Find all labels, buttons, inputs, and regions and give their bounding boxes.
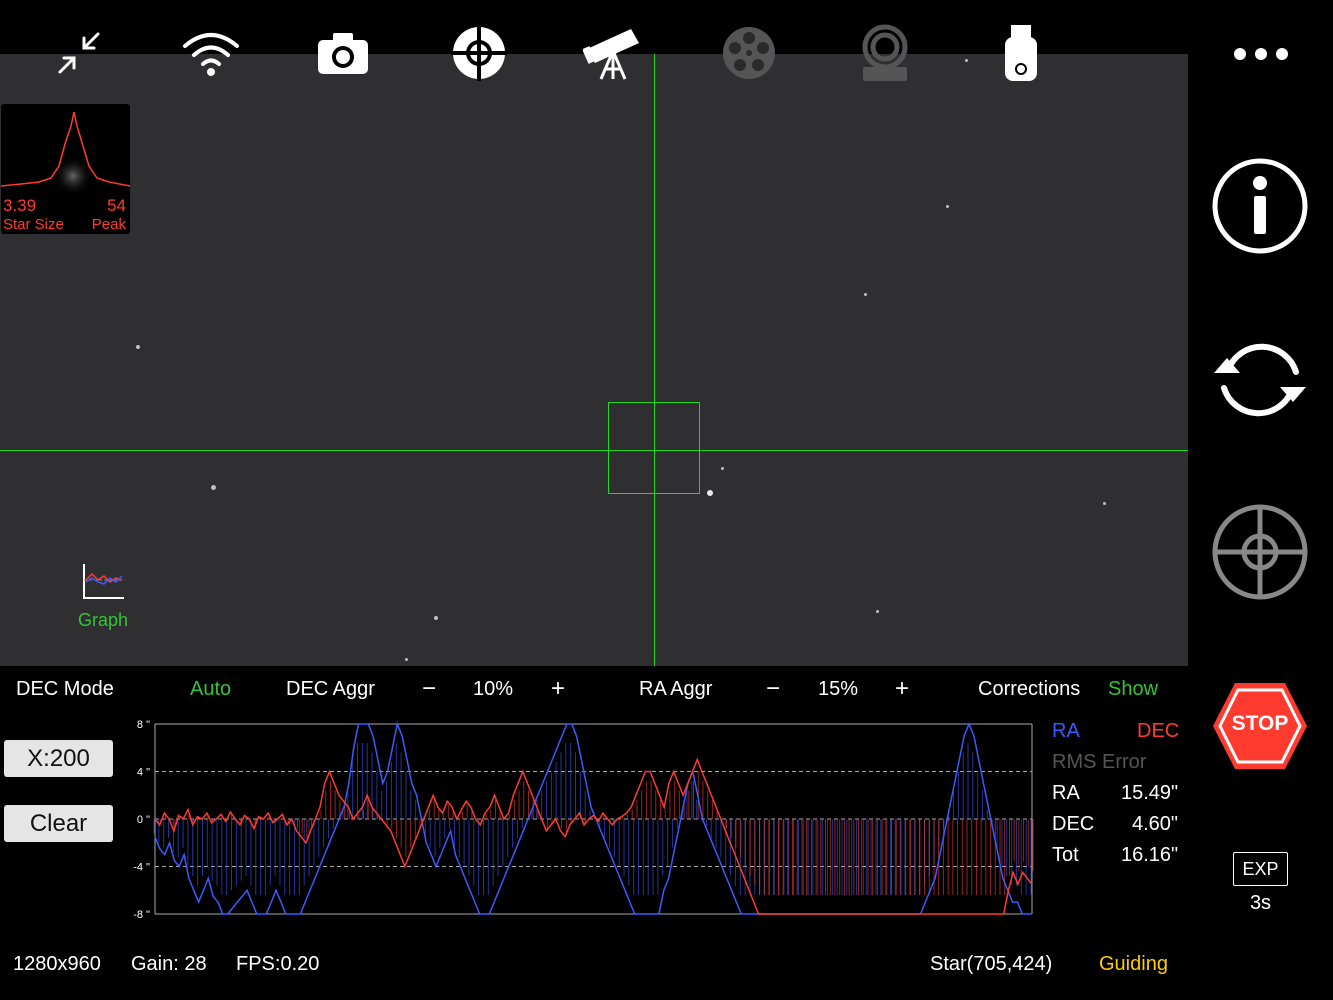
ra-aggr-plus-button[interactable]: + — [895, 675, 909, 703]
dec-aggr-minus-button[interactable]: − — [422, 675, 436, 703]
crosshair-horizontal — [0, 450, 1188, 451]
rms-error-label: RMS Error — [1052, 751, 1147, 773]
corrections-toggle[interactable]: Show — [1108, 678, 1158, 701]
target-crosshair-icon[interactable] — [448, 22, 510, 84]
dec-mode-value[interactable]: Auto — [190, 678, 231, 701]
y-tick-label: 4 " — [137, 767, 150, 779]
camera-icon[interactable] — [312, 22, 374, 84]
graph-toggle-button[interactable]: Graph — [74, 562, 136, 632]
scale-button[interactable]: X:200 — [4, 740, 113, 777]
star-dot — [965, 59, 968, 62]
dec-mode-label: DEC Mode — [16, 678, 114, 700]
star-profile-panel: 3.39 Star Size 54 Peak — [1, 104, 130, 234]
filter-wheel-icon[interactable] — [718, 22, 780, 84]
graph-label: Graph — [77, 610, 129, 630]
star-dot — [864, 293, 867, 296]
star-dot — [136, 345, 140, 349]
guide-star-box[interactable] — [608, 402, 700, 494]
rms-ra-label: RA — [1052, 782, 1080, 804]
status-fps: FPS:0.20 — [236, 953, 320, 975]
star-dot — [1103, 502, 1106, 505]
focuser-icon[interactable] — [854, 22, 916, 84]
dec-aggr-value: 10% — [473, 678, 514, 700]
star-dot — [946, 205, 949, 208]
star-dot — [876, 610, 879, 613]
rms-total-value: 16.16" — [1121, 844, 1179, 866]
y-tick-label: 8 " — [137, 719, 150, 731]
rms-dec-label: DEC — [1052, 813, 1095, 835]
ra-aggr-minus-button[interactable]: − — [766, 675, 780, 703]
dec-aggr-label: DEC Aggr — [286, 678, 375, 700]
legend-dec: DEC — [1137, 720, 1180, 742]
collapse-icon[interactable] — [48, 22, 110, 84]
star-profile-curve — [1, 111, 130, 196]
peak-label: Peak — [91, 216, 126, 233]
rms-total-label: Tot — [1052, 844, 1079, 866]
exposure-button[interactable]: EXP — [1233, 852, 1288, 886]
ra-aggr-value: 15% — [818, 678, 859, 700]
corrections-label: Corrections — [978, 678, 1081, 700]
telescope-icon[interactable] — [582, 22, 644, 84]
graph-icon — [83, 564, 124, 599]
star-dot — [434, 616, 438, 620]
usb-drive-icon[interactable] — [990, 22, 1052, 84]
rms-dec-value: 4.60" — [1132, 813, 1179, 835]
dec-aggr-plus-button[interactable]: + — [551, 675, 565, 703]
status-gain: Gain: 28 — [131, 953, 207, 975]
status-star: Star(705,424) — [930, 953, 1053, 975]
status-resolution: 1280x960 — [13, 953, 101, 975]
legend-ra: RA — [1052, 720, 1080, 742]
star-dot — [405, 658, 408, 661]
stop-button[interactable]: STOP — [1210, 680, 1310, 780]
info-icon[interactable] — [1210, 156, 1310, 256]
star-dot — [707, 490, 713, 496]
y-tick-label: -8 " — [133, 909, 150, 921]
star-dot — [721, 467, 724, 470]
rms-ra-value: 15.49" — [1121, 782, 1179, 804]
right-sidebar — [1188, 0, 1333, 1000]
exposure-value: 3s — [1249, 892, 1272, 914]
ra-aggr-label: RA Aggr — [639, 678, 713, 700]
y-tick-label: -4 " — [133, 862, 150, 874]
more-dots-icon[interactable] — [1230, 40, 1292, 68]
wifi-icon[interactable] — [180, 22, 242, 84]
stop-label: STOP — [1231, 712, 1289, 735]
y-tick-label: 0 " — [137, 814, 150, 826]
refresh-loop-icon[interactable] — [1210, 330, 1310, 430]
star-size-value: 3.39 — [3, 196, 37, 215]
star-dot — [211, 485, 216, 490]
crosshair-target-icon[interactable] — [1210, 502, 1310, 602]
status-state: Guiding — [1099, 953, 1168, 975]
peak-value: 54 — [107, 196, 126, 215]
camera-viewport[interactable] — [0, 54, 1188, 666]
guide-error-chart: 8 " 4 " 0 " -4 " -8 " — [133, 719, 1034, 921]
star-size-label: Star Size — [3, 216, 64, 233]
clear-button[interactable]: Clear — [4, 805, 113, 842]
